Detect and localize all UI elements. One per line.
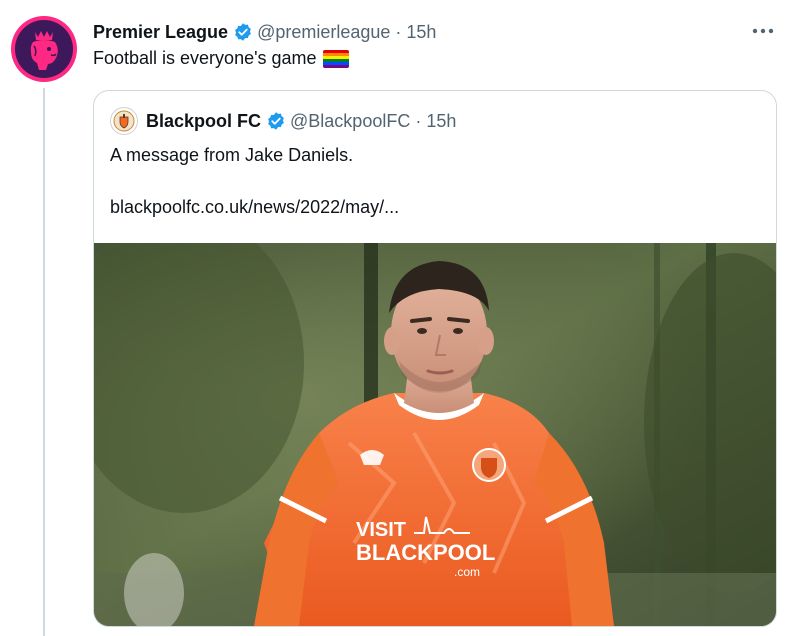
rainbow-flag-icon — [322, 49, 349, 68]
sponsor-line2: BLACKPOOL — [356, 540, 495, 565]
quoted-author-name[interactable]: Blackpool FC — [146, 111, 261, 132]
separator-dot: · — [395, 21, 402, 42]
quoted-tweet-card[interactable]: Blackpool FC @BlackpoolFC · 15h A messag… — [93, 90, 777, 627]
author-name[interactable]: Premier League — [93, 22, 228, 43]
verified-badge-icon — [233, 22, 253, 42]
verified-badge-icon — [266, 111, 286, 131]
premier-league-avatar[interactable] — [11, 16, 77, 82]
quoted-tweet-header: Blackpool FC @BlackpoolFC · 15h — [110, 107, 456, 135]
premier-league-lion-logo — [15, 20, 73, 78]
tweet[interactable]: Premier League @premierleague · 15h Foot… — [0, 0, 810, 636]
author-handle[interactable]: @premierleague — [257, 22, 390, 43]
quoted-tweet-image[interactable]: VISIT BLACKPOOL .com — [94, 243, 776, 626]
tweet-timestamp[interactable]: 15h — [406, 22, 436, 43]
tweet-header: Premier League @premierleague · 15h — [93, 19, 436, 45]
thread-line — [43, 88, 45, 636]
separator-dot: · — [415, 110, 422, 131]
blackpool-fc-avatar[interactable] — [110, 107, 138, 135]
tweet-text-body: Football is everyone's game — [93, 48, 317, 68]
quoted-tweet-link[interactable]: blackpoolfc.co.uk/news/2022/may/... — [110, 197, 399, 218]
sponsor-line1: VISIT — [356, 519, 406, 541]
quoted-timestamp[interactable]: 15h — [426, 111, 456, 132]
sponsor-line3: .com — [454, 565, 480, 579]
tweet-text: Football is everyone's game — [93, 48, 349, 69]
quoted-author-handle[interactable]: @BlackpoolFC — [290, 111, 410, 132]
more-horizontal-icon[interactable] — [748, 18, 778, 44]
quoted-tweet-text: A message from Jake Daniels. — [110, 145, 354, 165]
